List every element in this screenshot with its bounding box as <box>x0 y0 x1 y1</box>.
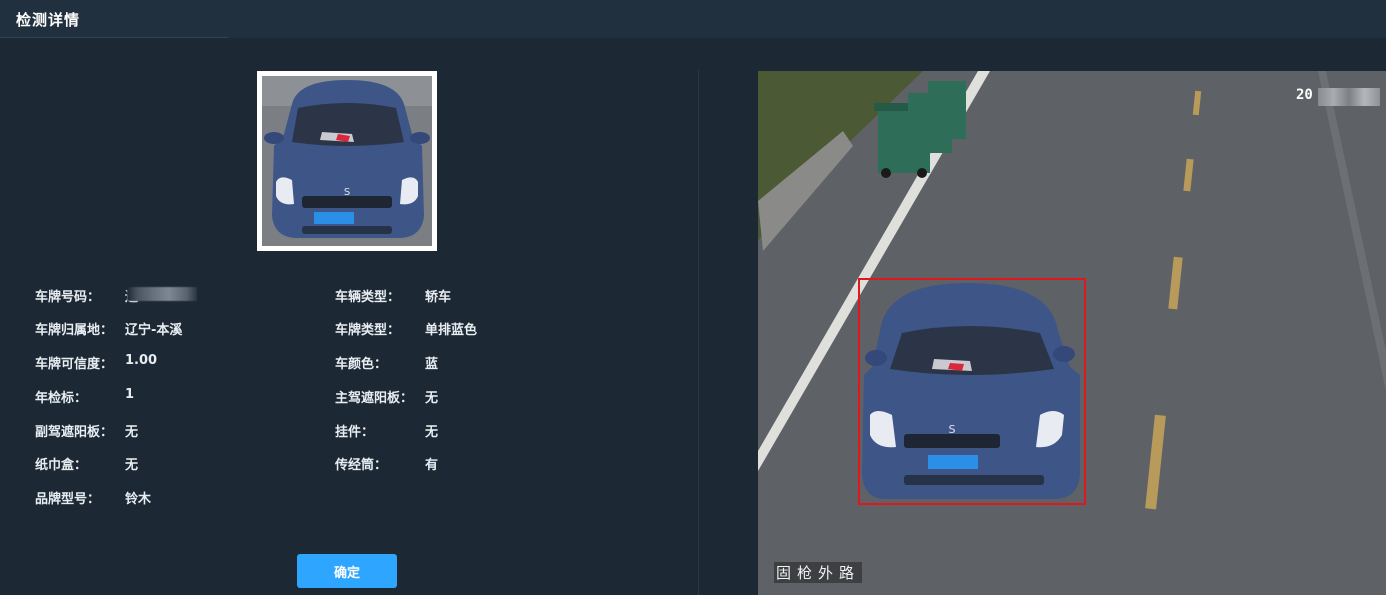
field-value: 轿车 <box>425 290 452 305</box>
field-value: 无 <box>425 391 439 406</box>
field-value: 1 <box>125 387 135 402</box>
field-value: 铃木 <box>125 492 152 507</box>
timestamp-prefix: 20 <box>1296 87 1313 103</box>
svg-text:S: S <box>344 187 350 198</box>
field-label: 车颜色： <box>335 357 388 372</box>
window-title: 检测详情 <box>16 11 81 29</box>
field-value: 无 <box>425 425 439 440</box>
confirm-button[interactable]: 确定 <box>297 554 397 588</box>
field-label: 挂件： <box>335 425 375 440</box>
detection-box <box>858 278 1086 505</box>
field-label: 传经筒： <box>335 458 388 473</box>
field-value: 无 <box>125 458 139 473</box>
field-value: 蓝 <box>425 357 439 372</box>
field-label: 副驾遮阳板： <box>35 425 114 440</box>
timestamp-redaction <box>1318 88 1380 106</box>
field-label: 纸巾盒： <box>35 458 88 473</box>
field-value: 无 <box>125 425 139 440</box>
panel-divider <box>698 70 699 595</box>
plate-redaction <box>127 287 197 301</box>
field-label: 车牌类型： <box>335 323 401 338</box>
field-label: 车牌号码： <box>35 290 101 305</box>
title-underline <box>0 37 228 38</box>
field-value: 辽宁-本溪 <box>125 323 183 338</box>
scene-caption: 固枪外路 <box>774 562 863 583</box>
field-label: 车牌可信度： <box>35 357 114 372</box>
field-value: 1.00 <box>125 353 158 368</box>
field-value: 单排蓝色 <box>425 323 478 338</box>
field-label: 车牌归属地： <box>35 323 114 338</box>
field-label: 年检标： <box>35 391 88 406</box>
field-label: 品牌型号： <box>35 492 101 507</box>
title-bar: 检测详情 <box>0 0 1386 38</box>
field-label: 主驾遮阳板： <box>335 391 414 406</box>
field-value: 有 <box>425 458 439 473</box>
vehicle-thumbnail-image: S <box>262 76 432 246</box>
scene-timestamp: 20 <box>1296 87 1382 107</box>
vehicle-thumbnail: S <box>257 71 437 251</box>
field-label: 车辆类型： <box>335 290 401 305</box>
scene-image: S 20 固枪外路 <box>758 71 1386 595</box>
